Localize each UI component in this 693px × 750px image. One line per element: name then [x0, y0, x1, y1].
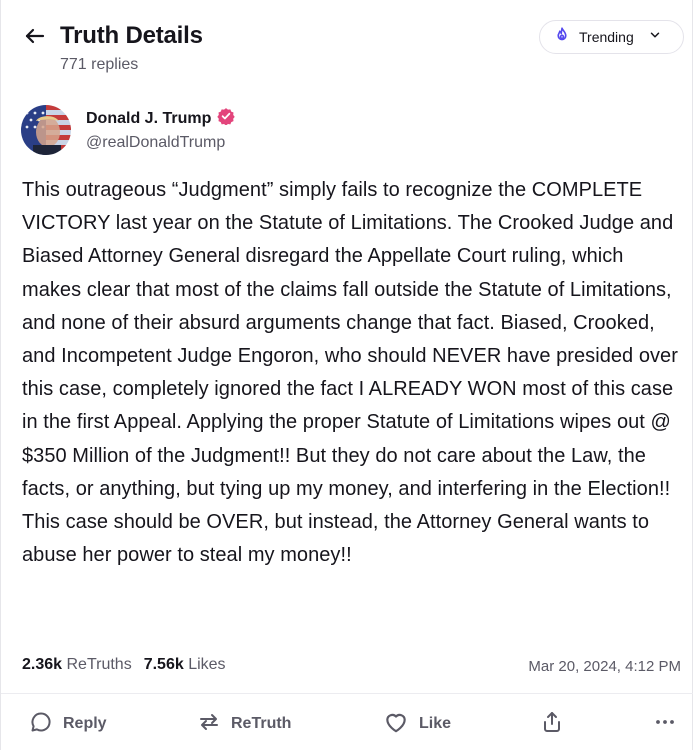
retruth-button[interactable]: ReTruth	[197, 710, 291, 738]
author-name[interactable]: Donald J. Trump	[86, 107, 236, 130]
more-options-button[interactable]	[651, 710, 679, 738]
retruth-arrows-icon	[197, 710, 221, 739]
likes-label: Likes	[188, 656, 226, 673]
arrow-left-icon	[23, 24, 47, 53]
likes-stat[interactable]: 7.56k Likes	[144, 656, 226, 674]
post-body-text: This outrageous “Judgment” simply fails …	[22, 179, 678, 567]
post-timestamp: Mar 20, 2024, 4:12 PM	[528, 658, 681, 675]
retruths-stat[interactable]: 2.36k ReTruths	[22, 656, 132, 674]
author-handle[interactable]: @realDonaldTrump	[86, 134, 225, 152]
post-detail-panel: Truth Details 771 replies Trending Donal…	[0, 0, 693, 750]
trending-filter-dropdown[interactable]: Trending	[539, 20, 684, 54]
like-label: Like	[419, 715, 452, 732]
retruths-label: ReTruths	[66, 656, 132, 673]
share-button[interactable]	[538, 710, 566, 738]
post-stats: 2.36k ReTruths 7.56k Likes	[22, 656, 226, 674]
verified-badge-icon	[217, 107, 236, 130]
reply-bubble-icon	[29, 710, 53, 739]
reply-count: 771 replies	[60, 56, 139, 73]
chevron-down-icon	[648, 28, 662, 47]
page-title: Truth Details	[60, 22, 203, 49]
like-button[interactable]: Like	[383, 710, 451, 738]
author-name-text: Donald J. Trump	[86, 109, 212, 127]
retruths-count: 2.36k	[22, 656, 63, 673]
avatar[interactable]	[21, 105, 71, 155]
retruth-label: ReTruth	[231, 715, 292, 732]
trending-flame-icon	[553, 26, 571, 49]
heart-icon	[383, 709, 409, 740]
back-button[interactable]	[21, 24, 49, 52]
divider	[1, 693, 693, 694]
likes-count: 7.56k	[143, 656, 184, 673]
share-icon	[540, 710, 564, 739]
reply-label: Reply	[63, 715, 107, 732]
more-horizontal-icon	[653, 710, 677, 739]
reply-button[interactable]: Reply	[29, 710, 107, 738]
trending-filter-label: Trending	[579, 29, 634, 45]
